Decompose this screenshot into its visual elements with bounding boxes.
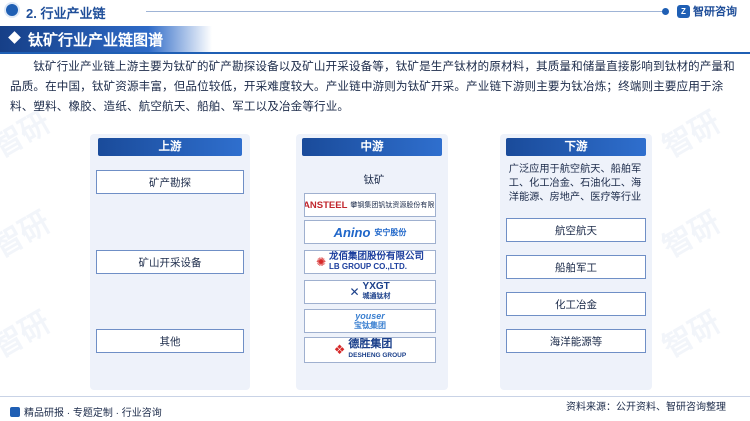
company-sub: ANSTEEL bbox=[304, 199, 348, 211]
company-text: 德胜集团 DESHENG GROUP bbox=[348, 339, 406, 361]
upstream-item: 矿产勘探 bbox=[96, 170, 244, 194]
company-logo-yxgt: ✕ YXGT 城通钛材 bbox=[304, 280, 436, 304]
page-title: 钛矿行业产业链图谱 bbox=[28, 32, 164, 49]
watermark: 智研 bbox=[0, 305, 56, 365]
title-underline bbox=[0, 52, 750, 54]
brand-logo-icon: Z bbox=[677, 4, 690, 18]
source-note: 资料来源：公开资料、智研咨询整理 bbox=[566, 402, 726, 413]
brand-logo-text: 智研咨询 bbox=[693, 6, 737, 18]
company-sub: 宝钛集团 bbox=[354, 321, 386, 330]
watermark: 智研 bbox=[657, 205, 726, 265]
upstream-item: 其他 bbox=[96, 329, 244, 353]
desheng-icon: ❖ bbox=[333, 342, 346, 357]
downstream-item: 化工冶金 bbox=[506, 292, 646, 316]
section-title: 2. 行业产业链 bbox=[26, 6, 106, 21]
company-name: 德胜集团 bbox=[348, 338, 393, 350]
downstream-item: 海洋能源等 bbox=[506, 329, 646, 353]
company-logo-pangang: ◆ ANSTEEL 攀钢集团钒钛资源股份有限公司 bbox=[304, 193, 436, 217]
company-logo-lb-group: ✺ 龙佰集团股份有限公司 LB GROUP CO.,LTD. bbox=[304, 250, 436, 274]
company-logo-anning: Anino 安宁股份 bbox=[304, 220, 436, 244]
footer-logo-icon bbox=[10, 406, 20, 417]
company-text: 龙佰集团股份有限公司 LB GROUP CO.,LTD. bbox=[329, 252, 424, 272]
midstream-subtitle: 钛矿 bbox=[363, 174, 385, 186]
company-sub: LB GROUP CO.,LTD. bbox=[329, 262, 407, 271]
company-name: Anino bbox=[333, 224, 371, 240]
intro-paragraph: 钛矿行业产业链上游主要为钛矿的矿产勘探设备以及矿山开采设备等，钛矿是生产钛材的原… bbox=[10, 60, 735, 113]
section-bullet-icon bbox=[6, 4, 18, 16]
footer-tagline: 精品研报 · 专题定制 · 行业咨询 bbox=[10, 404, 162, 419]
footer-tagline-text: 精品研报 · 专题定制 · 行业咨询 bbox=[24, 408, 162, 419]
company-text: youser 宝钛集团 bbox=[354, 311, 386, 331]
lb-group-icon: ✺ bbox=[315, 255, 327, 269]
downstream-header: 下游 bbox=[506, 138, 646, 156]
upstream-header: 上游 bbox=[98, 138, 242, 156]
company-name: 攀钢集团钒钛资源股份有限公司 bbox=[350, 202, 435, 209]
company-sub: DESHENG GROUP bbox=[348, 352, 407, 359]
page-header: 2. 行业产业链 Z 智研咨询 bbox=[0, 0, 750, 24]
company-logo-baoti: youser 宝钛集团 bbox=[304, 309, 436, 333]
upstream-item: 矿山开采设备 bbox=[96, 250, 244, 274]
company-text: YXGT 城通钛材 bbox=[363, 282, 391, 302]
header-divider bbox=[146, 11, 668, 12]
footer-divider bbox=[0, 396, 750, 397]
brand-logo: Z 智研咨询 bbox=[677, 3, 737, 19]
yxgt-icon: ✕ bbox=[349, 285, 360, 299]
company-name: YXGT bbox=[362, 281, 390, 292]
company-name: 龙佰集团股份有限公司 bbox=[329, 251, 425, 262]
company-logo-desheng: ❖ 德胜集团 DESHENG GROUP bbox=[304, 337, 436, 363]
downstream-description: 广泛应用于航空航天、船舶军工、化工冶金、石油化工、海洋能源、房地产、医疗等行业 bbox=[508, 164, 642, 203]
company-sub: 安宁股份 bbox=[374, 227, 407, 237]
header-divider-end-icon bbox=[662, 8, 669, 15]
downstream-item: 航空航天 bbox=[506, 218, 646, 242]
downstream-item: 船舶军工 bbox=[506, 255, 646, 279]
watermark: 智研 bbox=[0, 205, 56, 265]
company-name: youser bbox=[355, 311, 385, 321]
company-sub: 城通钛材 bbox=[362, 293, 391, 300]
watermark: 智研 bbox=[657, 305, 726, 365]
midstream-header: 中游 bbox=[302, 138, 442, 156]
